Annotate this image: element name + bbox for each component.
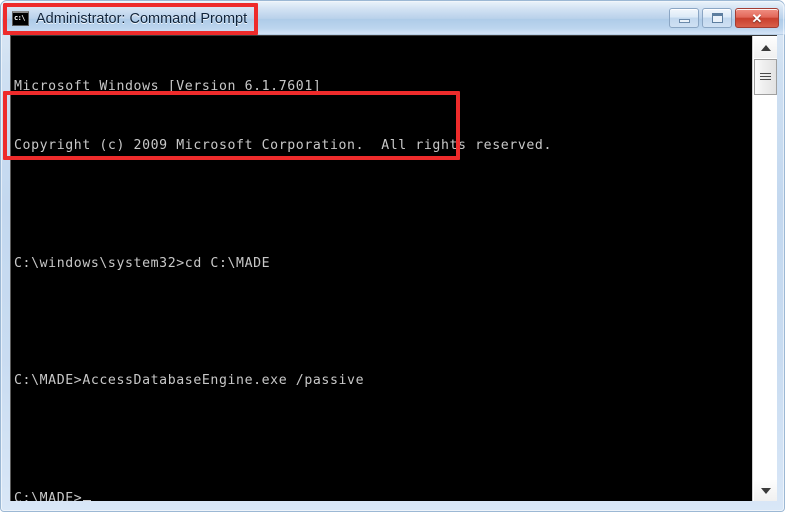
console-line: C:\MADE>AccessDatabaseEngine.exe /passiv… xyxy=(14,373,365,389)
scrollbar-thumb[interactable] xyxy=(754,59,777,95)
maximize-button[interactable] xyxy=(702,8,732,28)
console-line: Copyright (c) 2009 Microsoft Corporation… xyxy=(14,137,552,153)
window-titlebar[interactable]: c:\ Administrator: Command Prompt ✕ xyxy=(2,2,785,35)
scroll-down-arrow-icon xyxy=(760,487,771,494)
window-caption-buttons: ✕ xyxy=(669,8,779,28)
scrollbar-grip-icon xyxy=(760,72,771,82)
scroll-up-arrow-icon xyxy=(760,44,771,51)
window-title-text: Administrator: Command Prompt xyxy=(36,10,248,27)
command-prompt-icon: c:\ xyxy=(12,11,29,26)
command-prompt-window: c:\ Administrator: Command Prompt ✕ Micr… xyxy=(0,0,785,512)
window-title-area: c:\ Administrator: Command Prompt xyxy=(8,6,247,31)
scroll-down-button[interactable] xyxy=(754,480,777,501)
scrollbar-track[interactable] xyxy=(754,95,777,480)
console-line: C:\windows\system32>cd C:\MADE xyxy=(14,255,271,271)
console-line: Microsoft Windows [Version 6.1.7601] xyxy=(14,79,322,95)
console-client-area[interactable]: Microsoft Windows [Version 6.1.7601] Cop… xyxy=(10,35,777,501)
close-button[interactable]: ✕ xyxy=(735,8,779,28)
minimize-button[interactable] xyxy=(669,8,699,28)
console-cursor xyxy=(83,499,92,501)
console-output: Microsoft Windows [Version 6.1.7601] Cop… xyxy=(14,38,734,501)
console-prompt-text: C:\MADE> xyxy=(14,490,83,501)
minimize-icon xyxy=(678,18,690,23)
command-prompt-icon-glyph: c:\ xyxy=(14,14,25,22)
close-icon: ✕ xyxy=(751,10,763,26)
maximize-icon xyxy=(711,13,723,23)
scroll-up-button[interactable] xyxy=(754,37,777,58)
console-prompt-line: C:\MADE> xyxy=(14,489,734,501)
console-scrollbar[interactable] xyxy=(752,36,777,501)
